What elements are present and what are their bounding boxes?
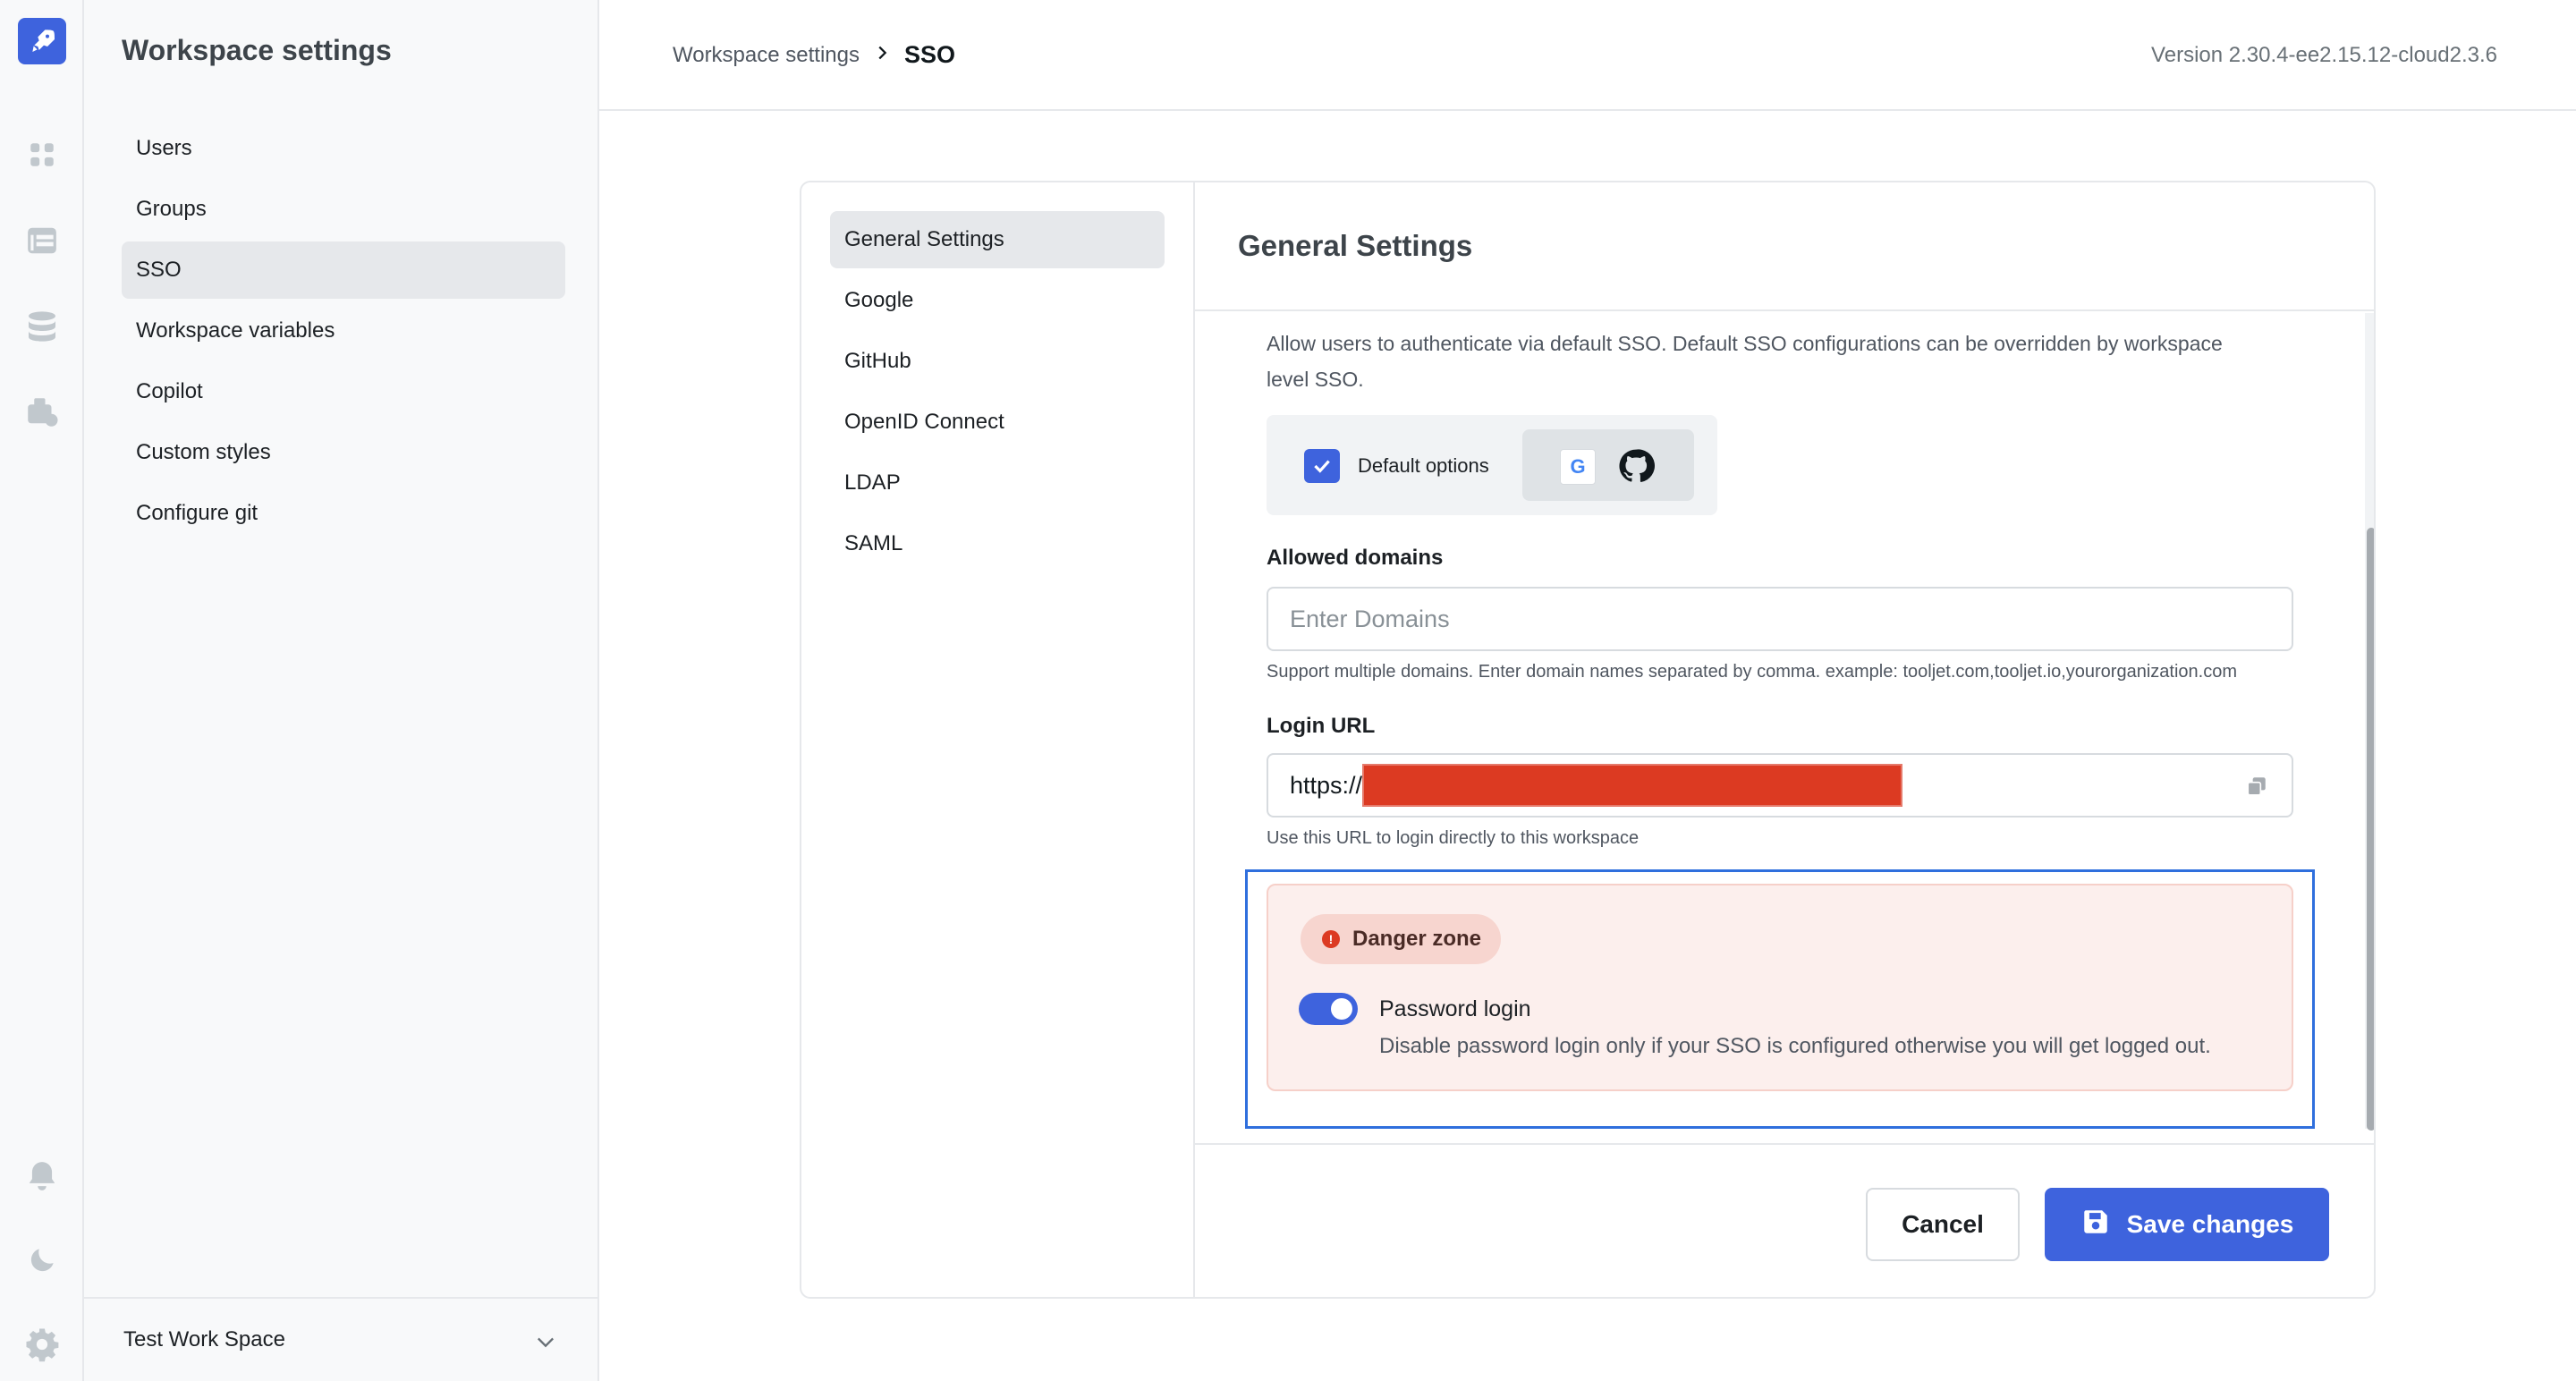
sidebar-item-sso[interactable]: SSO <box>122 241 565 299</box>
breadcrumb-parent[interactable]: Workspace settings <box>673 43 860 68</box>
settings-sidebar: Workspace settings Users Groups SSO Work… <box>84 0 599 1381</box>
sso-nav-saml[interactable]: SAML <box>830 515 1165 572</box>
sso-nav-ldap[interactable]: LDAP <box>830 454 1165 512</box>
save-changes-button[interactable]: Save changes <box>2045 1188 2329 1261</box>
bell-icon[interactable] <box>20 1154 64 1199</box>
chevron-right-icon <box>872 43 892 67</box>
allowed-domains-label: Allowed domains <box>1267 546 1444 570</box>
danger-zone: ! Danger zone Password login Disable pas… <box>1267 884 2293 1091</box>
warning-icon: ! <box>1322 930 1340 948</box>
danger-zone-label: Danger zone <box>1352 927 1482 951</box>
toggle-knob <box>1331 998 1352 1020</box>
sso-description: Allow users to authenticate via default … <box>1267 332 2223 391</box>
table-icon[interactable] <box>20 218 64 263</box>
allowed-domains-input[interactable]: Enter Domains <box>1267 587 2293 651</box>
google-icon: G <box>1560 449 1596 485</box>
login-url-prefix: https:// <box>1290 771 1363 799</box>
workspace-name: Test Work Space <box>123 1327 285 1351</box>
sidebar-item-copilot[interactable]: Copilot <box>122 363 565 420</box>
sso-nav: General Settings Google GitHub OpenID Co… <box>801 182 1195 1297</box>
save-changes-label: Save changes <box>2126 1210 2294 1238</box>
login-url-field[interactable]: https:// <box>1267 753 2293 818</box>
danger-zone-badge: ! Danger zone <box>1301 914 1502 964</box>
login-url-help: Use this URL to login directly to this w… <box>1267 828 1640 848</box>
scrollbar-thumb[interactable] <box>2367 528 2374 1131</box>
settings-scroll-area: Allow users to authenticate via default … <box>1195 311 2374 1143</box>
workspace-switcher[interactable]: Test Work Space <box>84 1297 597 1381</box>
sso-nav-github[interactable]: GitHub <box>830 333 1165 390</box>
panel-title: General Settings <box>1238 229 1473 262</box>
sidebar-item-users[interactable]: Users <box>122 120 565 177</box>
cancel-button[interactable]: Cancel <box>1866 1188 2020 1261</box>
default-providers: G <box>1522 429 1694 501</box>
marketplace-icon[interactable] <box>20 390 64 435</box>
default-options-checkbox[interactable] <box>1304 449 1340 483</box>
save-icon <box>2080 1207 2111 1243</box>
moon-icon[interactable] <box>20 1238 64 1283</box>
general-settings-panel: General Settings Allow users to authenti… <box>1195 182 2374 1297</box>
password-login-toggle[interactable] <box>1299 993 1358 1025</box>
copy-icon[interactable] <box>2245 775 2268 804</box>
sidebar-item-configure-git[interactable]: Configure git <box>122 485 565 542</box>
sidebar-item-workspace-variables[interactable]: Workspace variables <box>122 302 565 360</box>
gear-icon[interactable] <box>20 1322 64 1367</box>
top-bar: Workspace settings SSO Version 2.30.4-ee… <box>599 0 2576 111</box>
chevron-down-icon <box>533 1329 558 1360</box>
sidebar-title: Workspace settings <box>122 34 392 66</box>
main-area: General Settings Google GitHub OpenID Co… <box>599 111 2576 1381</box>
default-options-label: Default options <box>1358 454 1489 477</box>
rocket-logo-icon[interactable] <box>18 18 66 64</box>
breadcrumb: Workspace settings SSO <box>673 41 955 69</box>
sidebar-nav: Users Groups SSO Workspace variables Cop… <box>122 120 565 546</box>
sidebar-item-groups[interactable]: Groups <box>122 181 565 238</box>
sso-settings-card: General Settings Google GitHub OpenID Co… <box>800 181 2376 1299</box>
allowed-domains-placeholder: Enter Domains <box>1290 605 1450 632</box>
panel-footer: Cancel Save changes <box>1195 1143 2374 1297</box>
password-login-label: Password login <box>1379 996 1531 1021</box>
sso-nav-openid-connect[interactable]: OpenID Connect <box>830 394 1165 451</box>
allowed-domains-help: Support multiple domains. Enter domain n… <box>1267 662 2237 682</box>
icon-rail <box>0 0 84 1381</box>
password-login-description: Disable password login only if your SSO … <box>1379 1034 2211 1058</box>
panel-header: General Settings <box>1195 182 2374 311</box>
redacted-url <box>1362 764 1903 807</box>
apps-grid-icon[interactable] <box>20 132 64 177</box>
github-icon <box>1617 447 1655 489</box>
sidebar-item-custom-styles[interactable]: Custom styles <box>122 424 565 481</box>
sso-nav-google[interactable]: Google <box>830 272 1165 329</box>
sso-nav-general-settings[interactable]: General Settings <box>830 211 1165 268</box>
default-options-box: Default options G <box>1267 415 1717 515</box>
login-url-label: Login URL <box>1267 714 1376 738</box>
version-label: Version 2.30.4-ee2.15.12-cloud2.3.6 <box>2151 43 2497 67</box>
database-icon[interactable] <box>20 304 64 349</box>
breadcrumb-current: SSO <box>903 41 956 68</box>
